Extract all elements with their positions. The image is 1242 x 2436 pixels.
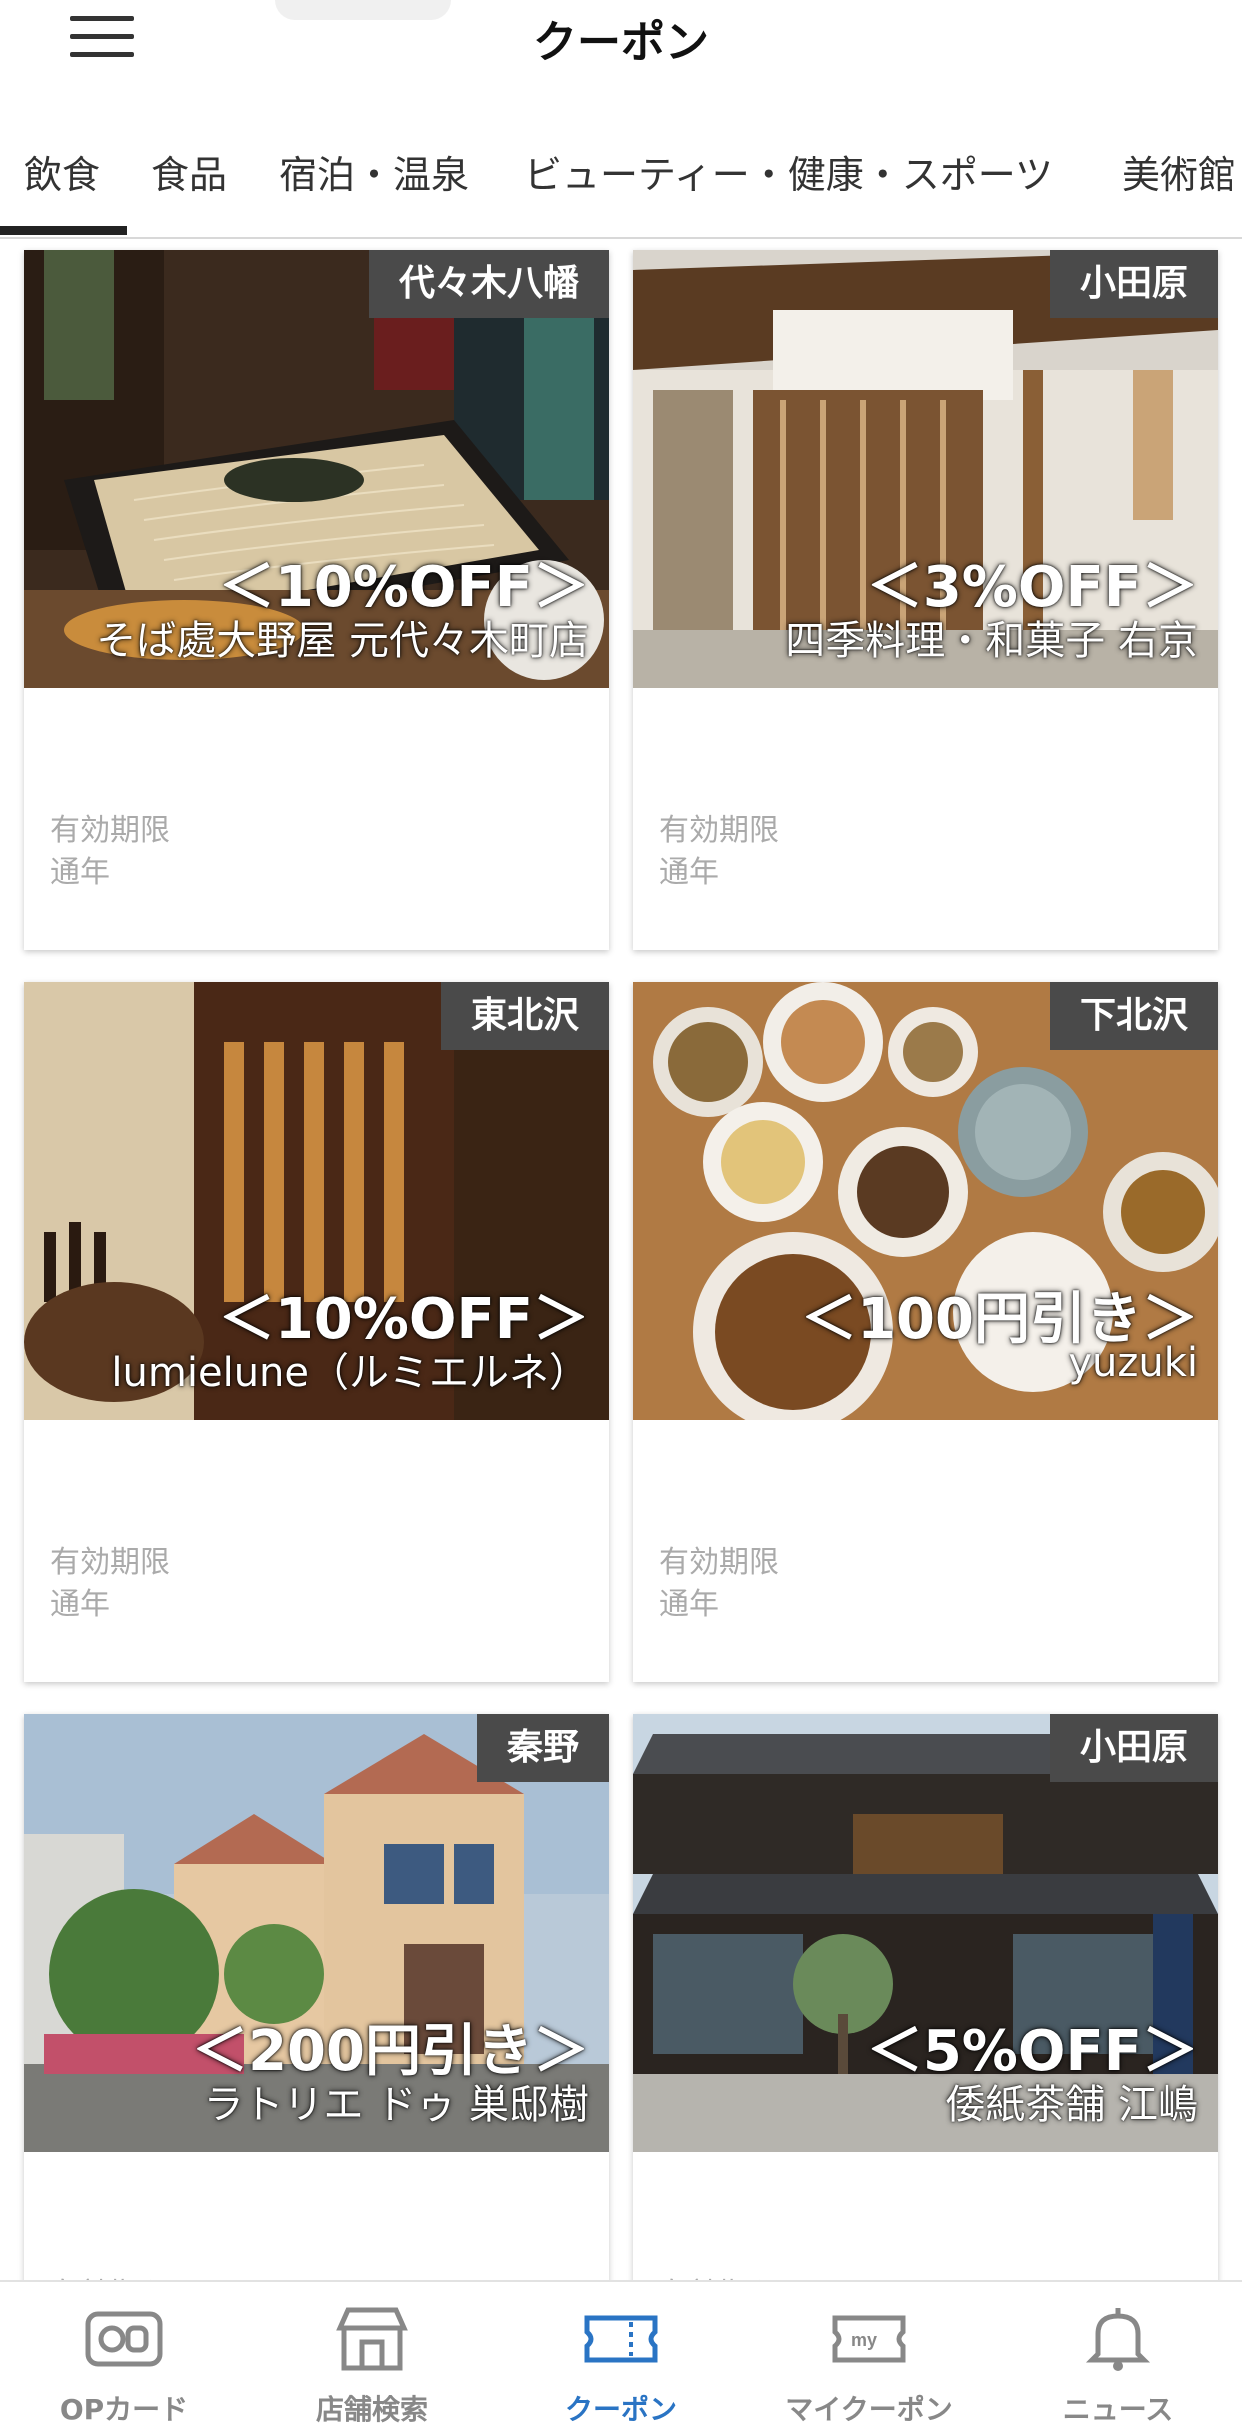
validity-value: 通年 (50, 1587, 110, 1622)
shop-name: そば處大野屋 元代々木町店 (96, 618, 589, 664)
validity-value: 通年 (659, 855, 719, 890)
nav-label: マイクーポン (785, 2393, 953, 2426)
app-header: クーポン (0, 0, 1242, 95)
store-icon (336, 2307, 408, 2371)
tab-beauty-health-sports[interactable]: ビューティー・健康・スポーツ (524, 144, 1053, 199)
active-tab-indicator (0, 226, 127, 235)
my-coupon-icon: my (832, 2315, 906, 2363)
shop-name: 倭紙茶舗 江嶋 (945, 2082, 1198, 2128)
nav-label: OPカード (59, 2393, 189, 2426)
validity-label: 有効期限 (50, 1545, 170, 1580)
nav-label: 店舗検索 (315, 2393, 428, 2426)
area-badge: 小田原 (1049, 250, 1218, 318)
shop-name: ラトリエ ドゥ 巣邸樹 (203, 2082, 589, 2128)
nav-news[interactable]: ニュース (994, 2282, 1242, 2436)
nav-label: クーポン (564, 2393, 677, 2426)
tabs-divider (0, 237, 1242, 239)
nav-label: ニュース (1062, 2393, 1174, 2426)
validity-label: 有効期限 (659, 813, 779, 848)
area-badge: 東北沢 (440, 982, 609, 1050)
tab-lodging-onsen[interactable]: 宿泊・温泉 (279, 144, 469, 199)
tab-museum[interactable]: 美術館 (1122, 144, 1236, 199)
nav-store-search[interactable]: 店舗検索 (248, 2282, 496, 2436)
coupon-image-ejima: 小田原 ＜5%OFF＞ 倭紙茶舗 江嶋 (633, 1714, 1218, 2152)
coupon-image-latelier: 秦野 ＜200円引き＞ ラトリエ ドゥ 巣邸樹 (24, 1714, 609, 2152)
coupon-image-lumielune: 東北沢 ＜10%OFF＞ lumielune（ルミエルネ） (24, 982, 609, 1420)
bottom-navigation: OPカード 店舗検索 クーポン my マイクーポン ニュース (0, 2280, 1242, 2434)
coupon-image-yuzuki: 下北沢 ＜100円引き＞ yuzuki (633, 982, 1218, 1420)
svg-text:my: my (851, 2330, 877, 2350)
shop-name: yuzuki (1068, 1340, 1198, 1386)
coupon-card[interactable]: 東北沢 ＜10%OFF＞ lumielune（ルミエルネ） 有効期限 通年 (24, 982, 609, 1682)
nav-my-coupon[interactable]: my マイクーポン (745, 2282, 993, 2436)
validity-value: 通年 (659, 1587, 719, 1622)
bell-icon (1085, 2308, 1151, 2371)
area-badge: 代々木八幡 (368, 250, 609, 318)
coupon-card[interactable]: 小田原 ＜3%OFF＞ 四季料理・和菓子 右京 有効期限 通年 (633, 250, 1218, 950)
coupon-card[interactable]: 下北沢 ＜100円引き＞ yuzuki 有効期限 通年 (633, 982, 1218, 1682)
shop-name: lumielune（ルミエルネ） (111, 1350, 589, 1396)
nav-op-card[interactable]: OPカード (0, 2282, 248, 2436)
tab-food-drink[interactable]: 飲食 (24, 144, 100, 199)
coupon-image-soba: 代々木八幡 ＜10%OFF＞ そば處大野屋 元代々木町店 (24, 250, 609, 688)
category-tabs: 飲食 食品 宿泊・温泉 ビューティー・健康・スポーツ 美術館 (0, 110, 1242, 240)
area-badge: 秦野 (476, 1714, 609, 1782)
tab-groceries[interactable]: 食品 (151, 144, 227, 199)
coupon-card[interactable]: 代々木八幡 ＜10%OFF＞ そば處大野屋 元代々木町店 有効期限 通年 (24, 250, 609, 950)
nav-coupon[interactable]: クーポン (497, 2282, 745, 2436)
area-badge: 下北沢 (1049, 982, 1218, 1050)
area-badge: 小田原 (1049, 1714, 1218, 1782)
coupon-image-ukyo: 小田原 ＜3%OFF＞ 四季料理・和菓子 右京 (633, 250, 1218, 688)
op-card-icon (85, 2311, 163, 2367)
page-title: クーポン (533, 17, 709, 68)
validity-label: 有効期限 (659, 1545, 779, 1580)
validity-value: 通年 (50, 855, 110, 890)
shop-name: 四季料理・和菓子 右京 (785, 618, 1198, 664)
coupon-ticket-icon (584, 2315, 658, 2363)
validity-label: 有効期限 (50, 813, 170, 848)
